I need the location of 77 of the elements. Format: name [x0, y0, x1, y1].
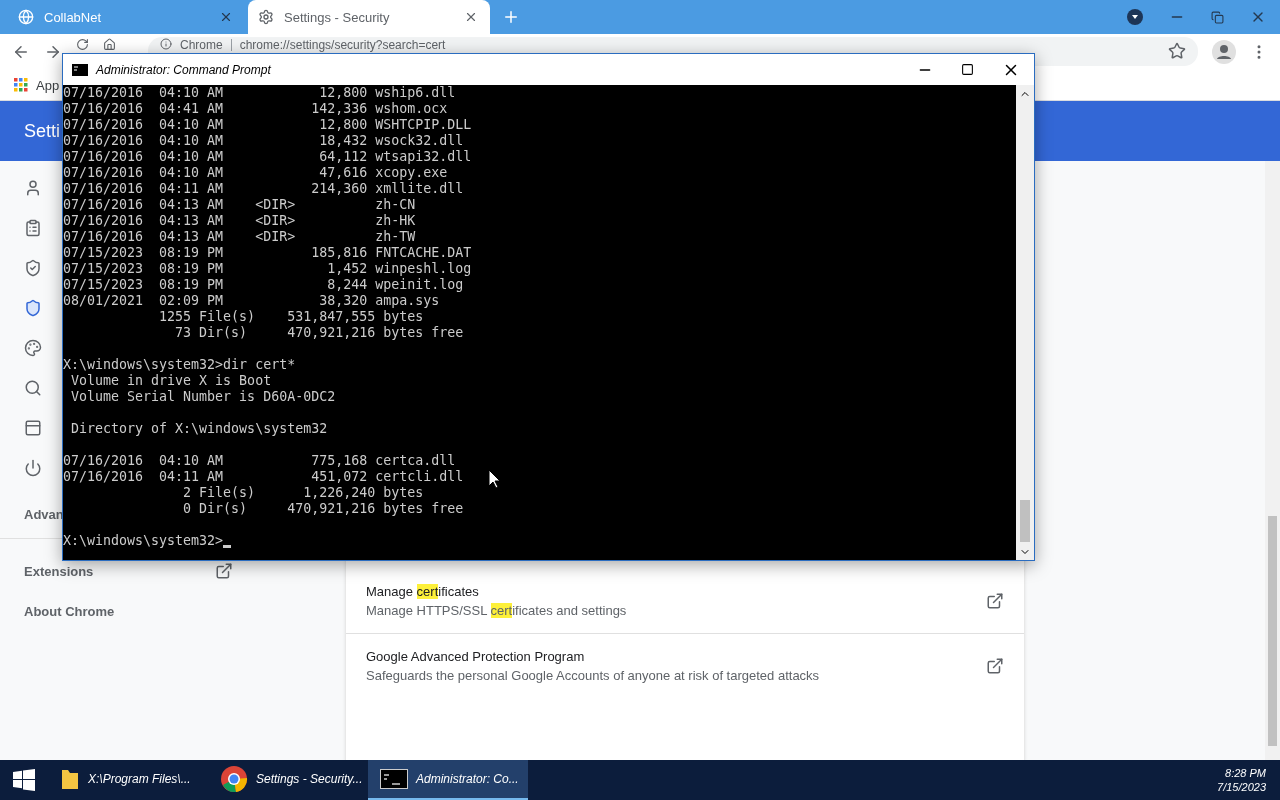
sidebar-link[interactable]: Extensions [24, 563, 94, 579]
taskbar-button[interactable]: Administrator: Co... [368, 760, 528, 800]
folder-icon [60, 767, 80, 791]
console-line: 07/16/2016 04:41 AM 142,336 wshom.ocx [63, 101, 448, 117]
console-line: 07/16/2016 04:10 AM 18,432 wsock32.dll [63, 133, 464, 149]
setting-description: Safeguards the personal Google Accounts of anyone at risk of targeted attacks [366, 668, 821, 683]
console-line: X:\windows\system32>dir cert* [63, 357, 296, 373]
external-link-icon [215, 562, 233, 580]
forward-icon[interactable] [44, 43, 62, 61]
taskbar-button[interactable]: Settings - Security... [208, 760, 368, 800]
palette-icon[interactable] [24, 339, 42, 357]
browser-tab[interactable]: Settings - Security [248, 0, 490, 34]
console-line: 07/16/2016 04:10 AM 47,616 xcopy.exe [63, 165, 448, 181]
console-icon [72, 63, 88, 76]
gear-icon [258, 9, 274, 25]
close-icon[interactable] [464, 10, 478, 24]
console-scrollbar[interactable] [1016, 85, 1034, 560]
reload-icon[interactable] [76, 38, 89, 51]
clock-date: 7/15/2023 [1217, 781, 1266, 793]
console-line: 07/16/2016 04:13 AM <DIR> zh-HK [63, 213, 416, 229]
console-line: 07/15/2023 08:19 PM 8,244 wpeinit.log [63, 277, 464, 293]
text-caret [223, 545, 232, 548]
console-line: 07/16/2016 04:10 AM 775,168 certca.dll [63, 453, 456, 469]
shield-check-icon[interactable] [24, 259, 42, 277]
console-line: 07/16/2016 04:10 AM 12,800 WSHTCPIP.DLL [63, 117, 472, 133]
shield-icon[interactable] [24, 299, 42, 317]
home-icon[interactable] [103, 38, 116, 51]
info-icon [160, 38, 172, 50]
console-prompt[interactable]: X:\windows\system32> [63, 533, 224, 548]
console-line: 07/16/2016 04:11 AM 451,072 certcli.dll [63, 469, 464, 485]
taskbar-button[interactable]: X:\Program Files\... [48, 760, 208, 800]
avatar-icon[interactable] [1212, 40, 1236, 64]
site-label: Chrome [180, 38, 223, 52]
console-line: 07/16/2016 04:13 AM <DIR> zh-TW [63, 229, 416, 245]
maximize-icon[interactable] [961, 63, 974, 76]
console-line: 07/16/2016 04:10 AM 12,800 wship6.dll [63, 85, 456, 101]
console-line: 07/15/2023 08:19 PM 185,816 FNTCACHE.DAT [63, 245, 472, 261]
profile-dropdown-icon[interactable] [1127, 9, 1143, 25]
external-link-icon[interactable] [986, 657, 1004, 675]
console-line: 07/15/2023 08:19 PM 1,452 winpeshl.log [63, 261, 472, 277]
console-line: Volume Serial Number is D60A-0DC2 [70, 389, 336, 405]
clock-time: 8:28 PM [1225, 767, 1266, 779]
bookmark-link[interactable]: App [36, 77, 60, 93]
console-line: 08/01/2021 02:09 PM 38,320 ampa.sys [63, 293, 440, 309]
globe-icon [18, 9, 34, 25]
console-icon [380, 769, 408, 789]
setting-title[interactable]: Google Advanced Protection Program [366, 649, 986, 664]
bookmark-star-icon[interactable] [1168, 42, 1186, 60]
browser-logo-icon [220, 765, 248, 793]
scroll-thumb[interactable] [1020, 500, 1030, 542]
console-line: 1255 File(s) 531,847,555 bytes [158, 309, 424, 325]
console-line: 2 File(s) 1,226,240 bytes [182, 485, 424, 501]
back-icon[interactable] [12, 43, 30, 61]
windows-start-icon[interactable] [13, 769, 35, 791]
external-link-icon[interactable] [986, 592, 1004, 610]
restore-icon[interactable] [1211, 10, 1224, 24]
page-title: Setti [24, 120, 61, 142]
apps-grid-icon[interactable] [14, 78, 28, 92]
search-icon[interactable] [24, 379, 42, 397]
console-line: 73 Dir(s) 470,921,216 bytes free [174, 325, 464, 341]
console-line: 07/16/2016 04:10 AM 64,112 wtsapi32.dll [63, 149, 472, 165]
url-text: chrome://settings/security?search=cert [239, 38, 446, 52]
advanced-label[interactable]: Advan [24, 506, 64, 522]
page-scrollbar[interactable] [1265, 161, 1280, 760]
sidebar-link[interactable]: About Chrome [24, 603, 115, 619]
setting-description: Manage HTTPS/SSL certificates and settings [366, 603, 628, 618]
console-line: 07/16/2016 04:13 AM <DIR> zh-CN [63, 197, 416, 213]
person-icon[interactable] [24, 179, 42, 197]
console-line: Volume in drive X is Boot [70, 373, 272, 389]
scroll-thumb[interactable] [1268, 516, 1277, 746]
clipboard-icon[interactable] [24, 219, 42, 237]
console-line: 0 Dir(s) 470,921,216 bytes free [182, 501, 464, 517]
console-line: Directory of X:\windows\system32 [70, 421, 328, 437]
power-icon[interactable] [24, 459, 42, 477]
console-line: 07/16/2016 04:11 AM 214,360 xmllite.dll [63, 181, 464, 197]
mouse-cursor-icon [488, 469, 500, 489]
window-icon[interactable] [24, 419, 42, 437]
